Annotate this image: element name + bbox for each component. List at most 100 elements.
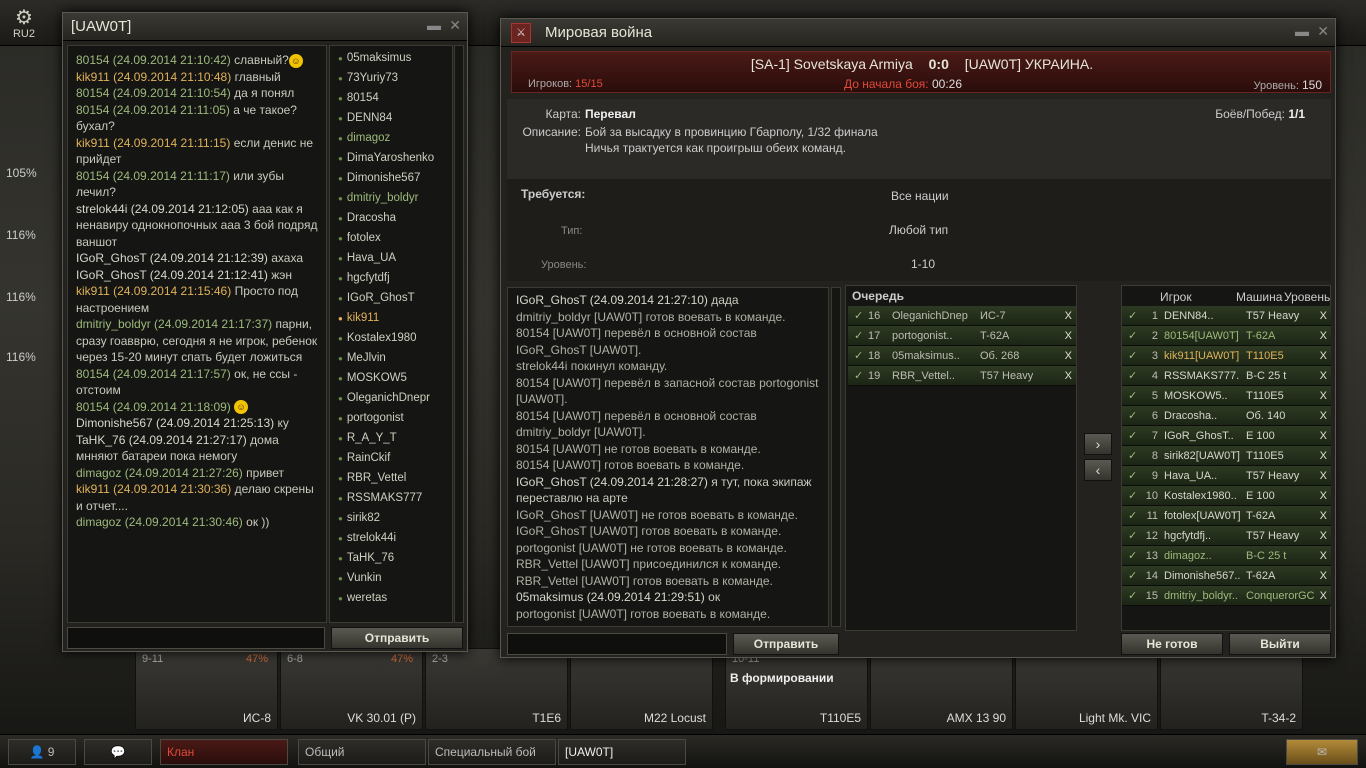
user-list-item[interactable]: ● OleganichDnepr: [330, 388, 452, 408]
war-window-title[interactable]: Мировая война: [501, 19, 1335, 47]
remove-icon[interactable]: X: [1065, 326, 1072, 346]
roster-row[interactable]: ✓ 10 Kostalex1980.. E 100 X: [1122, 486, 1331, 506]
notifications-button[interactable]: ✉: [1286, 739, 1358, 765]
log-scrollbar[interactable]: [831, 287, 841, 627]
user-list-item[interactable]: ● MeJlvin: [330, 348, 452, 368]
roster-row[interactable]: ✓ 8 sirik82[UAW0T] T110E5 X: [1122, 446, 1331, 466]
user-list-item[interactable]: ● DENN84: [330, 108, 452, 128]
remove-icon[interactable]: X: [1320, 326, 1327, 346]
user-list-item[interactable]: ● MOSKOW5: [330, 368, 452, 388]
tab-special-battle[interactable]: Специальный бой: [428, 739, 556, 765]
user-list-item[interactable]: ● RSSMAKS777: [330, 488, 452, 508]
queue-row[interactable]: ✓ 16 OleganichDnepr.. ИС-7 X: [848, 306, 1076, 326]
user-list-item[interactable]: ● Dracosha: [330, 208, 452, 228]
tank-slot[interactable]: 6-8 47% VK 30.01 (P): [280, 648, 423, 730]
remove-icon[interactable]: X: [1320, 406, 1327, 426]
user-list-item[interactable]: ● portogonist: [330, 408, 452, 428]
user-list-item[interactable]: ● R_A_Y_T: [330, 428, 452, 448]
user-list-item[interactable]: ● dmitriy_boldyr: [330, 188, 452, 208]
user-list-item[interactable]: ● 80154: [330, 88, 452, 108]
remove-icon[interactable]: X: [1065, 346, 1072, 366]
queue-panel: Очередь ✓ 16 OleganichDnepr.. ИС-7 X ✓ 17 porto…: [845, 285, 1077, 631]
remove-icon[interactable]: X: [1320, 386, 1327, 406]
user-list-item[interactable]: ● kik911: [330, 308, 452, 328]
roster-row[interactable]: ✓ 14 Dimonishe567.. T-62A X: [1122, 566, 1331, 586]
remove-icon[interactable]: X: [1320, 546, 1327, 566]
tank-slot[interactable]: 2-3 T1E6: [425, 648, 568, 730]
queue-row[interactable]: ✓ 19 RBR_Vettel.. T57 Heavy X: [848, 366, 1076, 386]
tank-slot[interactable]: 10-11 T110E5 В формировании: [725, 648, 868, 730]
roster-row[interactable]: ✓ 4 RSSMAKS777.. B-C 25 t X: [1122, 366, 1331, 386]
war-send-button[interactable]: Отправить: [733, 633, 839, 655]
queue-row[interactable]: ✓ 17 portogonist.. T-62A X: [848, 326, 1076, 346]
channels-button[interactable]: 💬: [84, 739, 152, 765]
roster-row[interactable]: ✓ 7 IGoR_GhosT.. E 100 X: [1122, 426, 1331, 446]
user-list-item[interactable]: ● fotolex: [330, 228, 452, 248]
remove-icon[interactable]: X: [1320, 306, 1327, 326]
user-list-item[interactable]: ● Vunkin: [330, 568, 452, 588]
user-list-item[interactable]: ● strelok44i: [330, 528, 452, 548]
exit-button[interactable]: Выйти: [1229, 633, 1331, 655]
tab-uawot[interactable]: [UAW0T]: [558, 739, 686, 765]
chat-message-input[interactable]: [67, 627, 325, 649]
not-ready-button[interactable]: Не готов: [1121, 633, 1223, 655]
user-list-item[interactable]: ● sirik82: [330, 508, 452, 528]
user-list-item[interactable]: ● Kostalex1980: [330, 328, 452, 348]
roster-row[interactable]: ✓ 11 fotolex[UAW0T] T-62A X: [1122, 506, 1331, 526]
remove-icon[interactable]: X: [1320, 586, 1327, 606]
user-list-scrollbar[interactable]: [454, 45, 464, 623]
user-list-item[interactable]: ● Dimonishe567: [330, 168, 452, 188]
user-list-item[interactable]: ● weretas: [330, 588, 452, 608]
user-list-item[interactable]: ● TaHK_76: [330, 548, 452, 568]
user-list-item[interactable]: ● RainCkif: [330, 448, 452, 468]
user-list-item[interactable]: ● dimagoz: [330, 128, 452, 148]
user-list-item[interactable]: ● Hava_UA: [330, 248, 452, 268]
remove-icon[interactable]: X: [1320, 566, 1327, 586]
roster-row[interactable]: ✓ 5 MOSKOW5.. T110E5 X: [1122, 386, 1331, 406]
remove-icon[interactable]: X: [1065, 306, 1072, 326]
roster-row[interactable]: ✓ 13 dimagoz.. B-C 25 t X: [1122, 546, 1331, 566]
server-indicator[interactable]: ⚙ RU2: [6, 8, 42, 40]
queue-row[interactable]: ✓ 18 05maksimus.. Об. 268 X: [848, 346, 1076, 366]
remove-icon[interactable]: X: [1320, 446, 1327, 466]
remove-icon[interactable]: X: [1320, 526, 1327, 546]
tank-slot[interactable]: Light Mk. VIC: [1015, 648, 1158, 730]
remove-icon[interactable]: X: [1320, 426, 1327, 446]
tank-slot[interactable]: 9-11 47% ИС-8: [135, 648, 278, 730]
roster-row[interactable]: ✓ 15 dmitriy_boldyr.. ConquerorGC X: [1122, 586, 1331, 606]
remove-icon[interactable]: X: [1320, 346, 1327, 366]
roster-row[interactable]: ✓ 2 80154[UAW0T] T-62A X: [1122, 326, 1331, 346]
minimize-icon[interactable]: ▬: [427, 17, 441, 33]
contacts-button[interactable]: 👤 9: [8, 739, 76, 765]
roster-row[interactable]: ✓ 12 hgcfytdfj.. T57 Heavy X: [1122, 526, 1331, 546]
roster-row[interactable]: ✓ 3 kik911[UAW0T] T110E5 X: [1122, 346, 1331, 366]
chat-window-title[interactable]: [UAW0T]: [63, 13, 467, 41]
user-list-item[interactable]: ● RBR_Vettel: [330, 468, 452, 488]
close-icon[interactable]: ✕: [1317, 23, 1329, 40]
remove-icon[interactable]: X: [1320, 466, 1327, 486]
remove-icon[interactable]: X: [1065, 366, 1072, 386]
teams-line: [SA-1] Sovetskaya Armiya 0:0 [UAW0T] УКР…: [512, 56, 1332, 72]
user-list-item[interactable]: ● 73Yuriy73: [330, 68, 452, 88]
tab-general[interactable]: Общий: [298, 739, 426, 765]
war-chat-input[interactable]: [507, 633, 727, 655]
tab-clan[interactable]: Клан: [160, 739, 288, 765]
move-left-button[interactable]: ‹: [1084, 459, 1112, 481]
roster-row[interactable]: ✓ 6 Dracosha.. Об. 140 X: [1122, 406, 1331, 426]
move-right-button[interactable]: ›: [1084, 433, 1112, 455]
user-list-item[interactable]: ● hgcfytdfj: [330, 268, 452, 288]
remove-icon[interactable]: X: [1320, 366, 1327, 386]
tank-slot[interactable]: T-34-2: [1160, 648, 1303, 730]
remove-icon[interactable]: X: [1320, 506, 1327, 526]
user-list-item[interactable]: ● 05maksimus: [330, 48, 452, 68]
remove-icon[interactable]: X: [1320, 486, 1327, 506]
tank-slot[interactable]: M22 Locust: [570, 648, 713, 730]
close-icon[interactable]: ✕: [449, 17, 461, 34]
roster-row[interactable]: ✓ 1 DENN84.. T57 Heavy X: [1122, 306, 1331, 326]
chat-send-button[interactable]: Отправить: [331, 627, 463, 649]
user-list-item[interactable]: ● IGoR_GhosT: [330, 288, 452, 308]
roster-row[interactable]: ✓ 9 Hava_UA.. T57 Heavy X: [1122, 466, 1331, 486]
user-list-item[interactable]: ● DimaYaroshenko: [330, 148, 452, 168]
tank-slot[interactable]: AMX 13 90: [870, 648, 1013, 730]
minimize-icon[interactable]: ▬: [1295, 23, 1309, 39]
